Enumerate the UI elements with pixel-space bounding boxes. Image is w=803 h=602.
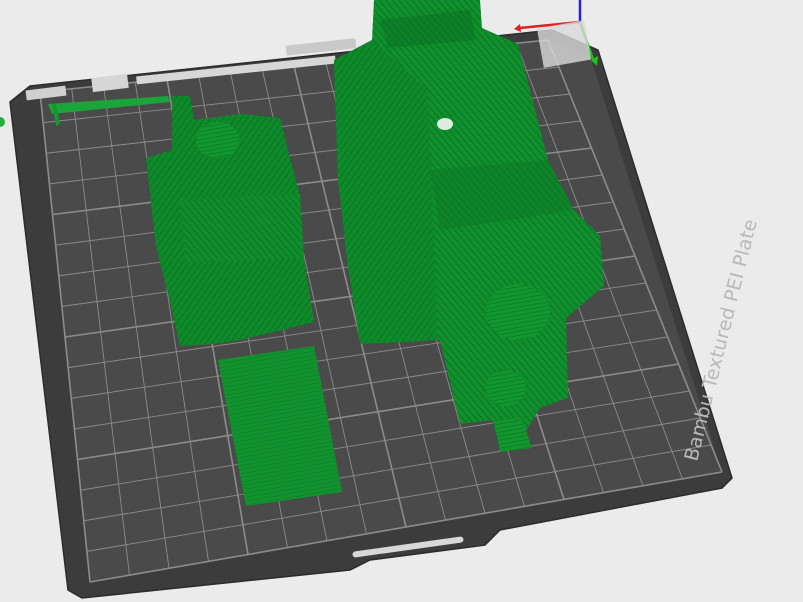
- object-marker-icon[interactable]: [0, 117, 5, 127]
- model-feature-face: [180, 194, 304, 262]
- build-plate-scene[interactable]: Bambu Textured PEI Plate: [0, 0, 803, 602]
- 3d-viewport[interactable]: Bambu Textured PEI Plate: [0, 0, 803, 602]
- model-feature-round-boss: [486, 284, 550, 340]
- model-feature-boss: [196, 122, 240, 158]
- model-feature-hole: [437, 118, 453, 130]
- model-feature-round-boss: [486, 370, 526, 406]
- plate-label: Bambu Textured PEI Plate: [681, 217, 762, 463]
